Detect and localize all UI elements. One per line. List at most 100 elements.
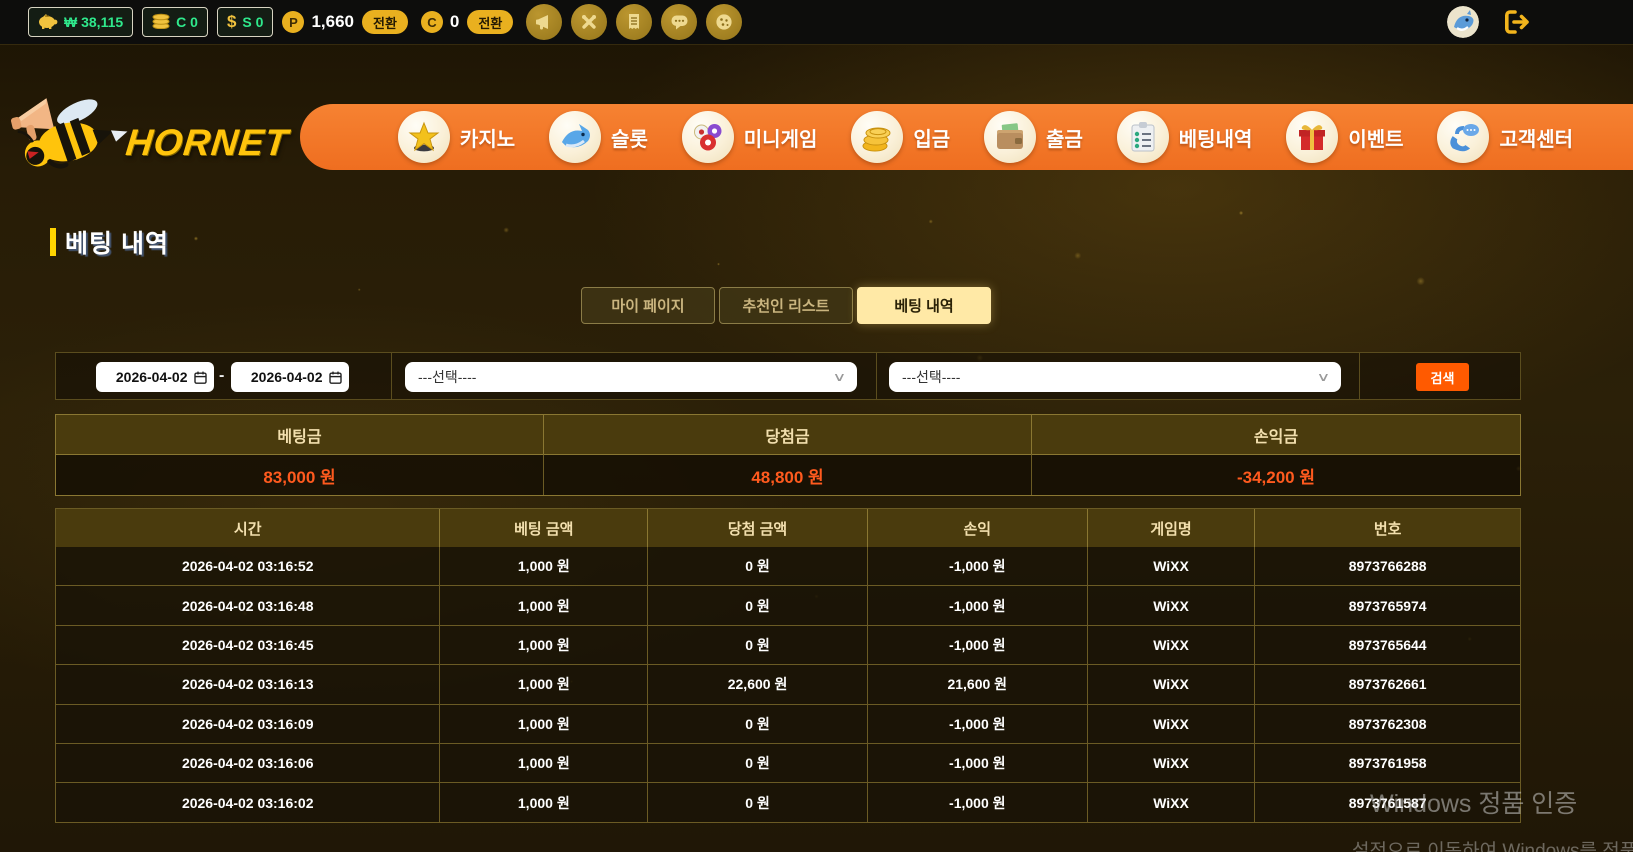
summary-header-profit: 손익금 xyxy=(1253,428,1299,446)
game-select[interactable]: ---선택---- ∨ xyxy=(405,362,857,392)
withdraw-icon xyxy=(984,111,1037,163)
table-cell: -1,000 원 xyxy=(867,547,1088,587)
cookie-icon xyxy=(716,14,732,30)
table-header-row: 시간 베팅 금액 당첨 금액 손익 게임명 번호 xyxy=(56,509,1520,547)
betting-history-icon xyxy=(1116,111,1169,163)
table-cell: WiXX xyxy=(1087,665,1256,705)
nav-label: 이벤트 xyxy=(1348,128,1404,151)
balance-coin-label: C 0 xyxy=(176,14,198,30)
betting-table: 시간 베팅 금액 당첨 금액 손익 게임명 번호 2026-04-02 03:1… xyxy=(55,508,1521,823)
nav-item-casino[interactable]: 카지노 xyxy=(397,111,515,163)
event-icon xyxy=(1286,111,1339,163)
brand-name: HORNET xyxy=(123,121,291,163)
table-cell: WiXX xyxy=(1087,783,1256,823)
table-cell: -1,000 원 xyxy=(867,625,1088,666)
table-cell: 8973766288 xyxy=(1255,547,1520,587)
table-cell: -1,000 원 xyxy=(867,704,1088,744)
table-cell: 8973765974 xyxy=(1255,586,1520,626)
summary-header-row: 베팅금 당첨금 손익금 xyxy=(56,415,1520,454)
table-row: 2026-04-02 03:16:06 1,000 원0 원 -1,000 원 WiX… xyxy=(56,743,1520,784)
table-cell: 2026-04-02 03:16:02 xyxy=(56,783,441,823)
table-cell: WiXX xyxy=(1087,586,1256,626)
nav-item-betting-history[interactable]: 베팅내역 xyxy=(1116,111,1252,163)
coins-icon xyxy=(152,13,170,32)
table-cell: 0 원 xyxy=(648,625,868,666)
chat-bubble-icon xyxy=(671,15,688,30)
type-select[interactable]: ---선택---- ∨ xyxy=(889,362,1341,392)
divider xyxy=(1359,353,1360,399)
date-to-field[interactable] xyxy=(231,362,349,392)
avatar[interactable] xyxy=(1447,6,1479,38)
page: ₩ 38,115 C 0 $ S 0 P 1,660 전환 C 0 전환 HOR… xyxy=(0,0,1633,852)
summary-value-win: 48,800 원 xyxy=(544,454,1032,495)
nav-item-minigame[interactable]: 미니게임 xyxy=(681,111,818,163)
table-cell: 22,600 원 xyxy=(648,665,868,705)
table-cell: 1,000 원 xyxy=(440,586,649,626)
game-coin-value: 0 xyxy=(449,12,460,31)
table-cell: 0 원 xyxy=(648,704,868,744)
table-cell: 1,000 원 xyxy=(440,665,649,705)
table-cell: 2026-04-02 03:16:13 xyxy=(56,665,441,705)
receipt-icon xyxy=(629,14,640,29)
nav-item-slots[interactable]: 슬롯 xyxy=(549,111,648,163)
table-cell: 2026-04-02 03:16:06 xyxy=(56,743,441,784)
table-row: 2026-04-02 03:16:45 1,000 원0 원 -1,000 원 WiX… xyxy=(56,625,1520,666)
nav-item-event[interactable]: 이벤트 xyxy=(1286,111,1404,163)
table-cell: 2026-04-02 03:16:09 xyxy=(56,704,441,744)
nav-label: 슬롯 xyxy=(611,128,648,151)
table-header-game: 게임명 xyxy=(1088,509,1256,547)
chevron-down-icon: ∨ xyxy=(1316,370,1331,384)
logout-button[interactable] xyxy=(1502,9,1534,40)
date-from-input[interactable] xyxy=(103,369,188,385)
table-cell: -1,000 원 xyxy=(867,586,1088,626)
filter-bar: - ---선택---- ∨ ---선택---- ∨ 검색 xyxy=(55,352,1521,400)
date-from-field[interactable] xyxy=(96,362,214,392)
megaphone-icon xyxy=(536,15,549,30)
table-cell: 2026-04-02 03:16:45 xyxy=(56,625,441,666)
table-cell: 1,000 원 xyxy=(440,704,649,744)
main-nav: 카지노 슬롯 미니게임 입금 출금 베팅내역 이벤트 고객센터 xyxy=(300,104,1633,170)
table-cell: 21,600 원 xyxy=(867,665,1088,705)
dollar-icon: $ xyxy=(226,12,237,31)
search-button[interactable]: 검색 xyxy=(1416,363,1469,391)
convert-game-coin-button[interactable]: 전환 xyxy=(467,10,514,34)
title-accent-bar xyxy=(50,228,56,256)
calendar-icon xyxy=(193,371,207,384)
table-header-time: 시간 xyxy=(56,509,441,547)
deposit-icon xyxy=(851,111,904,163)
table-cell: 1,000 원 xyxy=(440,547,649,587)
table-header-profit: 손익 xyxy=(868,509,1088,547)
brand-logo[interactable]: HORNET xyxy=(8,98,291,187)
crossed-tools-button[interactable] xyxy=(571,4,608,40)
nav-label: 미니게임 xyxy=(743,128,818,151)
table-cell: -1,000 원 xyxy=(867,743,1088,784)
cookie-button[interactable] xyxy=(706,4,743,40)
table-cell: 8973762661 xyxy=(1255,665,1520,705)
summary-value-profit: -34,200 원 xyxy=(1032,454,1520,495)
chat-button[interactable] xyxy=(661,4,698,40)
table-cell: 0 원 xyxy=(648,586,868,626)
nav-item-support[interactable]: 고객센터 xyxy=(1437,111,1573,163)
calendar-icon xyxy=(328,371,342,384)
summary-header-win: 당첨금 xyxy=(544,415,1032,454)
date-to-input[interactable] xyxy=(238,369,323,385)
nav-label: 고객센터 xyxy=(1499,128,1574,151)
receipt-button[interactable] xyxy=(616,4,653,40)
table-cell: 1,000 원 xyxy=(440,743,649,784)
table-cell: 8973765644 xyxy=(1255,626,1520,666)
tab-betting-history[interactable]: 베팅 내역 xyxy=(857,287,991,324)
table-cell: 2026-04-02 03:16:52 xyxy=(56,547,441,587)
tab-my-page[interactable]: 마이 페이지 xyxy=(581,287,715,324)
megaphone-button[interactable] xyxy=(526,4,563,40)
support-icon xyxy=(1437,111,1490,163)
tab-referral-list[interactable]: 추천인 리스트 xyxy=(719,287,853,324)
points-badge: P xyxy=(282,11,305,33)
summary-header-bet: 베팅금 xyxy=(56,415,544,454)
nav-item-withdraw[interactable]: 출금 xyxy=(984,111,1083,163)
page-title-row: 베팅 내역 xyxy=(50,224,169,260)
table-cell: 1,000 원 xyxy=(440,625,649,666)
nav-item-deposit[interactable]: 입금 xyxy=(851,111,950,163)
page-title: 베팅 내역 xyxy=(65,230,169,258)
convert-points-button[interactable]: 전환 xyxy=(361,10,408,34)
logout-icon xyxy=(1505,10,1529,34)
